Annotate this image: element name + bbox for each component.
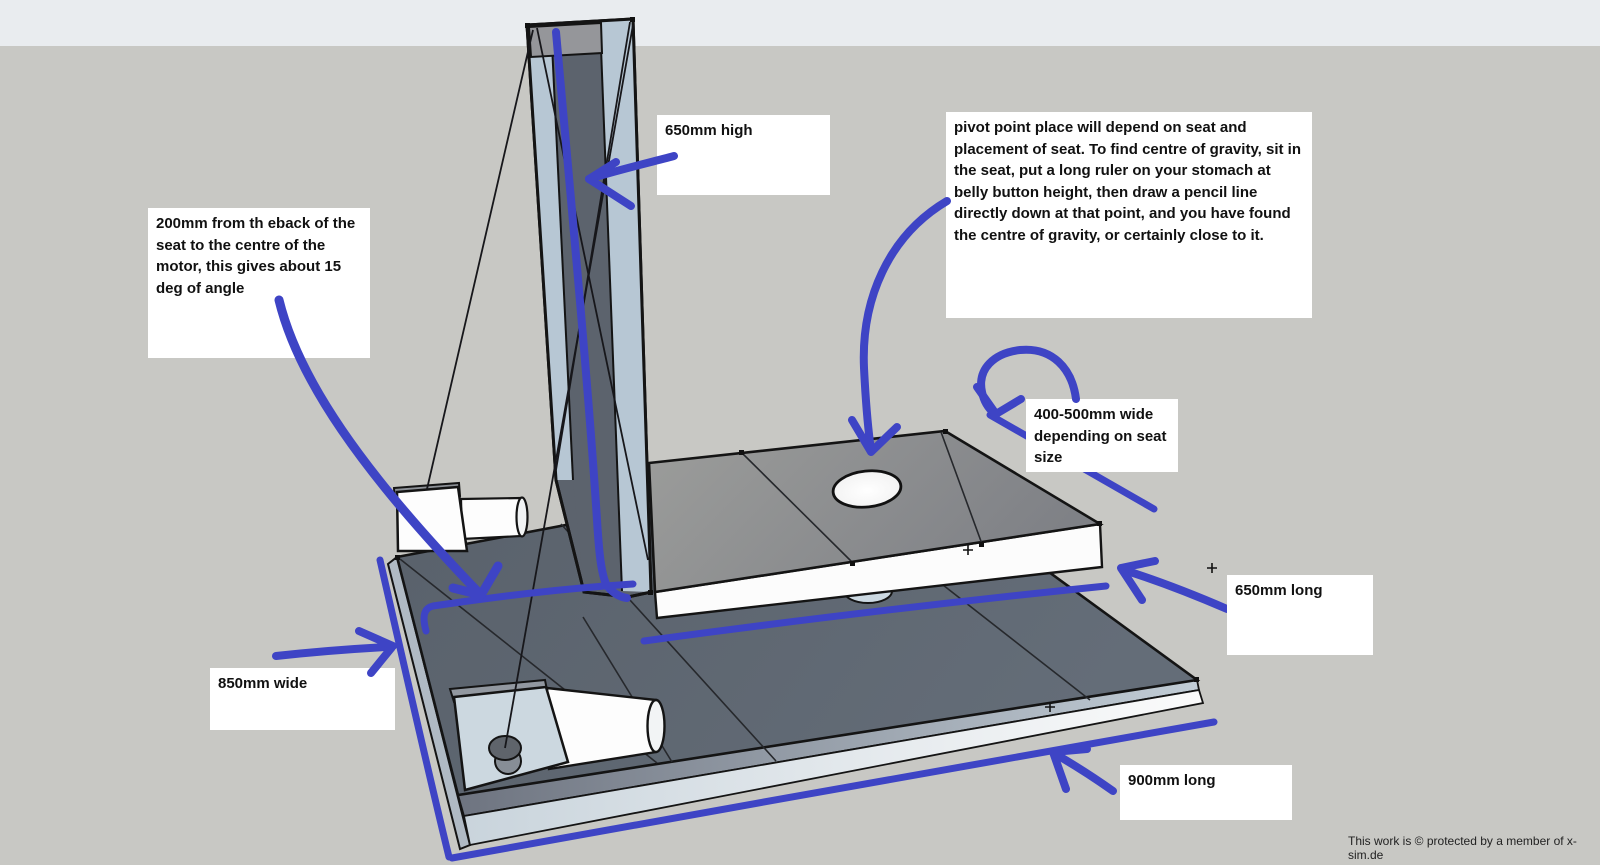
upper-bracket-plate — [397, 487, 467, 551]
lower-motor-endcap — [648, 700, 665, 752]
seat-width-label: 400-500mm wide depending on seat size — [1026, 399, 1178, 472]
upper-motor-endcap — [517, 498, 528, 537]
back-post — [527, 19, 651, 597]
simulator-frame-diagram: 650mm high pivot point place will depend… — [0, 0, 1600, 865]
height-label: 650mm high — [657, 115, 830, 195]
seat-length-label: 650mm long — [1227, 575, 1373, 655]
cable-to-upper-motor — [427, 30, 533, 489]
motor-offset-label: 200mm from th eback of the seat to the c… — [148, 208, 370, 358]
pivot-note-label: pivot point place will depend on seat an… — [946, 112, 1312, 318]
base-length-label: 900mm long — [1120, 765, 1292, 820]
base-width-label: 850mm wide — [210, 668, 395, 730]
copyright-watermark: This work is © protected by a member of … — [1348, 834, 1600, 862]
upper-motor-cylinder — [461, 498, 522, 539]
